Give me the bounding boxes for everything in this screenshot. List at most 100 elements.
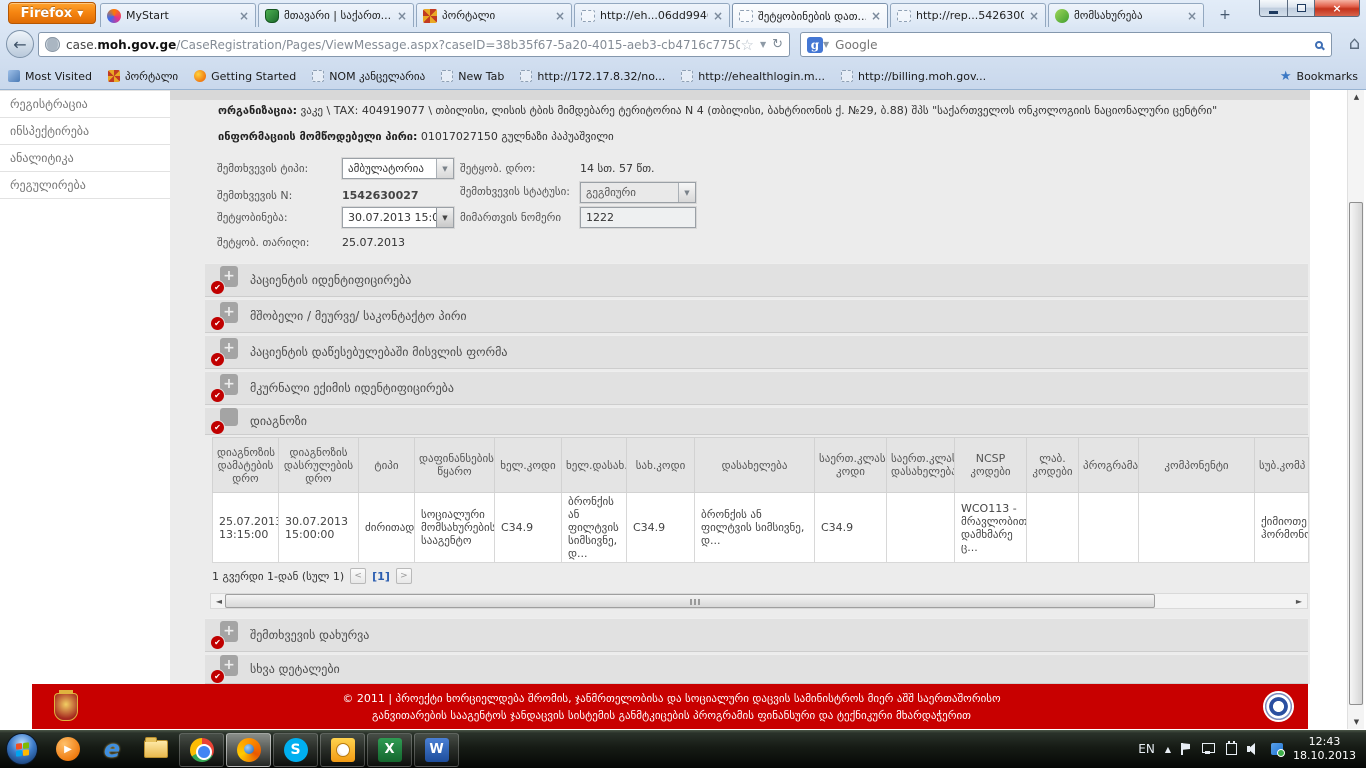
tab-report[interactable]: http://rep...542630027 × — [890, 3, 1046, 27]
expand-check-icon[interactable]: +✔ — [211, 338, 238, 366]
hidden-icons-chevron-icon[interactable]: ▲ — [1165, 745, 1171, 754]
home-icon[interactable]: ⌂ — [1349, 33, 1360, 54]
horizontal-scrollbar-thumb[interactable] — [225, 594, 1155, 608]
tab-message-active[interactable]: შეტყობინების დათ... × — [732, 3, 888, 28]
search-box[interactable]: g ▼ — [800, 32, 1332, 57]
search-icon[interactable] — [1315, 41, 1323, 49]
search-input[interactable] — [835, 38, 1315, 52]
taskbar-chrome-button[interactable] — [179, 733, 224, 767]
calendar-icon[interactable] — [1226, 743, 1237, 755]
restore-button[interactable] — [1288, 0, 1315, 17]
tab-close-icon[interactable]: × — [397, 11, 407, 21]
language-indicator[interactable]: EN — [1138, 742, 1155, 756]
tab-close-icon[interactable]: × — [1187, 11, 1197, 21]
notification-date-select[interactable]: 30.07.2013 15:01 ▼ — [342, 207, 454, 228]
start-button[interactable] — [6, 733, 38, 765]
section-parent-guardian[interactable]: +✔ მშობელი / მეურვე/ საკონტაქტო პირი — [205, 299, 1308, 333]
section-diagnosis[interactable]: ✔ დიაგნოზი — [205, 407, 1308, 435]
tab-ehealth[interactable]: http://eh...06dd99461 × — [574, 3, 730, 27]
bookmark-ehealthlogin[interactable]: http://ehealthlogin.m... — [681, 70, 825, 83]
taskbar-explorer-button[interactable] — [134, 731, 178, 767]
tab-close-icon[interactable]: × — [555, 11, 565, 21]
word-icon: W — [425, 738, 449, 762]
firefox-menu-button[interactable]: Firefox ▼ — [8, 2, 96, 24]
status-select[interactable]: გეგმიური ▼ — [580, 182, 696, 203]
section-admission-form[interactable]: +✔ პაციენტის დაწესებულებაში მისვლის ფორმ… — [205, 335, 1308, 369]
search-engine-dropdown-icon[interactable]: ▼ — [823, 40, 829, 49]
taskbar-firefox-button[interactable] — [226, 733, 271, 767]
url-bar[interactable]: case.moh.gov.ge/CaseRegistration/Pages/V… — [38, 32, 790, 57]
current-page[interactable]: [1] — [372, 570, 390, 583]
close-icon: × — [1332, 2, 1341, 15]
expand-check-icon[interactable]: +✔ — [211, 266, 238, 294]
scroll-right-icon[interactable]: ► — [1291, 597, 1307, 606]
bookmark-billing[interactable]: http://billing.moh.gov... — [841, 70, 986, 83]
section-other-details[interactable]: +✔ სხვა დეტალები — [205, 654, 1308, 684]
case-type-select[interactable]: ამბულატორია ▼ — [342, 158, 454, 179]
bookmark-172-17[interactable]: http://172.17.8.32/no... — [520, 70, 665, 83]
expand-check-icon[interactable]: ✔ — [211, 408, 238, 434]
next-page-button[interactable]: > — [396, 568, 412, 584]
reload-icon[interactable]: ↻ — [772, 37, 783, 52]
close-button[interactable]: × — [1315, 0, 1360, 17]
taskbar-clock[interactable]: 12:43 18.10.2013 — [1293, 735, 1356, 763]
taskbar-media-player-button[interactable]: ▶ — [46, 731, 90, 767]
tab-close-icon[interactable]: × — [871, 11, 881, 21]
bookmark-nom[interactable]: NOM კანცელარია — [312, 70, 425, 83]
vertical-scrollbar-thumb[interactable] — [1349, 202, 1363, 705]
prev-page-button[interactable]: < — [350, 568, 366, 584]
tab-portal[interactable]: პორტალი × — [416, 3, 572, 27]
notification-label: შეტყობინება: — [217, 211, 288, 224]
section-case-closure[interactable]: +✔ შემთხვევის დახურვა — [205, 618, 1308, 652]
bookmark-most-visited[interactable]: Most Visited — [8, 70, 92, 83]
scroll-up-icon[interactable]: ▲ — [1348, 93, 1365, 101]
sidebar-item-regulation[interactable]: რეგულირება — [0, 172, 170, 199]
taskbar-word-button[interactable]: W — [414, 733, 459, 767]
bookmark-new-tab[interactable]: New Tab — [441, 70, 504, 83]
sidebar-item-analytics[interactable]: ანალიტიკა — [0, 145, 170, 172]
table-cell — [1027, 493, 1079, 563]
tab-close-icon[interactable]: × — [1029, 11, 1039, 21]
taskbar-internet-explorer-button[interactable]: e — [90, 731, 134, 767]
tab-mtavari[interactable]: მთავარი | საქართ... × — [258, 3, 414, 27]
sidebar-item-inspection[interactable]: ინსპექტირება — [0, 118, 170, 145]
message-time-label: შეტყობ. დრო: — [460, 162, 536, 175]
tab-close-icon[interactable]: × — [713, 11, 723, 21]
taskbar-skype-button[interactable]: S — [273, 733, 318, 767]
site-identity-globe-icon[interactable] — [45, 37, 60, 52]
expand-check-icon[interactable]: +✔ — [211, 374, 238, 402]
taskbar-outlook-button[interactable] — [320, 733, 365, 767]
case-number-value: 1542630027 — [342, 189, 419, 202]
horizontal-scrollbar[interactable]: ◄ ► — [210, 593, 1308, 609]
sidebar-item-registration[interactable]: რეგისტრაცია — [0, 91, 170, 118]
bookmark-star-icon[interactable]: ☆ — [740, 36, 753, 54]
show-bookmarks-button[interactable]: ★ Bookmarks — [1280, 69, 1358, 84]
google-icon[interactable]: g — [807, 37, 823, 53]
speaker-icon[interactable] — [1247, 743, 1261, 755]
action-center-flag-icon[interactable] — [1181, 743, 1192, 755]
tab-close-icon[interactable]: × — [239, 11, 249, 21]
scroll-down-icon[interactable]: ▼ — [1348, 718, 1365, 726]
minimize-button[interactable] — [1259, 0, 1288, 17]
section-patient-identification[interactable]: +✔ პაციენტის იდენტიფიცირება — [205, 263, 1308, 297]
bookmark-portal[interactable]: პორტალი — [108, 70, 178, 83]
network-icon[interactable] — [1202, 743, 1216, 755]
tab-mystart[interactable]: MyStart × — [100, 3, 256, 27]
expand-check-icon[interactable]: +✔ — [211, 302, 238, 330]
new-tab-button[interactable]: + — [1212, 6, 1238, 25]
table-row[interactable]: 25.07.2013 13:15:00 30.07.2013 15:00:00 … — [213, 493, 1309, 563]
table-header-cell: ხელ.დასახ. — [562, 438, 627, 493]
back-button[interactable]: ← — [6, 30, 34, 58]
referral-number-input[interactable] — [580, 207, 696, 228]
vertical-scrollbar[interactable]: ▲ ▼ — [1347, 90, 1364, 729]
navigation-bar: ← case.moh.gov.ge/CaseRegistration/Pages… — [0, 27, 1366, 62]
expand-check-icon[interactable]: +✔ — [211, 621, 238, 649]
section-doctor-identification[interactable]: +✔ მკურნალი ექიმის იდენტიფიცირება — [205, 371, 1308, 405]
expand-check-icon[interactable]: +✔ — [211, 655, 238, 683]
url-text[interactable]: case.moh.gov.ge/CaseRegistration/Pages/V… — [66, 38, 740, 52]
dropbox-icon[interactable] — [1271, 743, 1283, 755]
url-dropdown-icon[interactable]: ▼ — [760, 40, 766, 49]
bookmark-getting-started[interactable]: Getting Started — [194, 70, 296, 83]
tab-momsakhureba[interactable]: მომსახურება × — [1048, 3, 1204, 27]
taskbar-excel-button[interactable]: X — [367, 733, 412, 767]
